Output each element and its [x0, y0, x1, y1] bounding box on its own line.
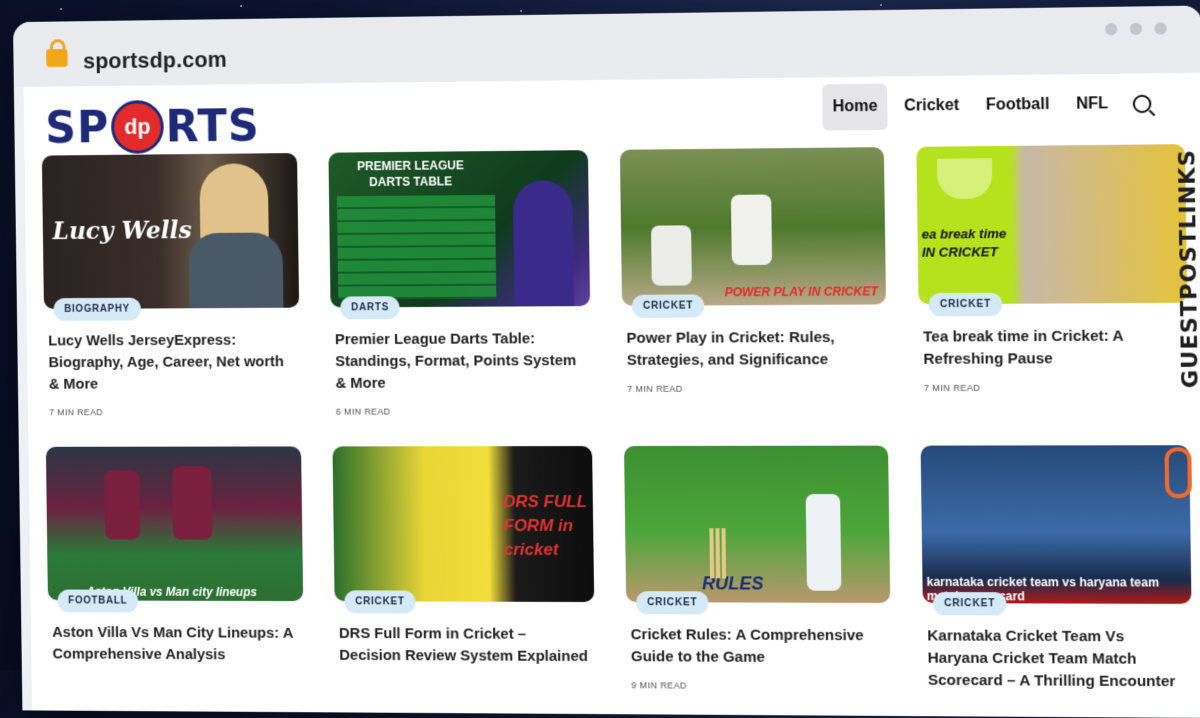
article-card[interactable]: PREMIER LEAGUE DARTS TABLE DARTS Premier… [328, 150, 591, 417]
category-badge[interactable]: BIOGRAPHY [53, 297, 141, 321]
article-thumbnail[interactable]: Lucy Wells [41, 153, 300, 310]
window-controls [1104, 22, 1167, 36]
article-card[interactable]: RULES CRICKET Cricket Rules: A Comprehen… [624, 445, 892, 704]
nav-cricket[interactable]: Cricket [894, 83, 970, 130]
read-time: 7 MIN READ [923, 382, 981, 394]
browser-window: sportsdp.com SP dp RTS Home Cricket Foot… [12, 5, 1200, 718]
article-thumbnail[interactable]: DRS FULL FORM in cricket [332, 446, 595, 603]
search-icon[interactable] [1132, 94, 1152, 114]
window-dot[interactable] [1154, 22, 1167, 35]
category-badge[interactable]: CRICKET [932, 592, 1007, 616]
category-badge[interactable]: CRICKET [636, 591, 709, 615]
article-thumbnail[interactable]: RULES [624, 445, 891, 603]
link-icon [1164, 447, 1193, 499]
article-card[interactable]: karnataka cricket team vs haryana team m… [920, 445, 1193, 706]
read-time: 7 MIN READ [627, 383, 683, 394]
lock-icon [46, 48, 68, 67]
logo-text-right: RTS [165, 100, 261, 152]
article-title[interactable]: Power Play in Cricket: Rules, Strategies… [626, 327, 883, 372]
article-card[interactable]: Aston Villa vs Man city lineups FOOTBALL… [45, 446, 305, 700]
article-thumbnail[interactable]: ea break time IN CRICKET [916, 144, 1188, 305]
article-title[interactable]: Aston Villa Vs Man City Lineups: A Compr… [52, 622, 300, 667]
nav-nfl[interactable]: NFL [1066, 81, 1119, 128]
read-time [928, 704, 1188, 706]
watermark: GUESTPOSTLINKS [1162, 134, 1200, 499]
category-badge[interactable]: FOOTBALL [57, 589, 139, 613]
article-title[interactable]: Karnataka Cricket Team Vs Haryana Cricke… [927, 625, 1188, 693]
thumbnail-overlay-text: PREMIER LEAGUE DARTS TABLE [357, 158, 464, 190]
site-logo[interactable]: SP dp RTS [45, 100, 260, 154]
article-title[interactable]: Lucy Wells JerseyExpress: Biography, Age… [48, 329, 296, 395]
read-time: 7 MIN READ [49, 407, 104, 418]
logo-text-left: SP [44, 102, 110, 154]
read-time: 6 MIN READ [335, 406, 391, 417]
article-thumbnail[interactable]: karnataka cricket team vs haryana team m… [920, 445, 1192, 604]
article-title[interactable]: Tea break time in Cricket: A Refreshing … [923, 325, 1184, 371]
read-time: 9 MIN READ [631, 680, 688, 691]
article-thumbnail[interactable]: POWER PLAY IN CRICKET [619, 147, 887, 306]
category-badge[interactable]: CRICKET [344, 590, 416, 614]
thumbnail-overlay-text: DRS FULL FORM in cricket [503, 492, 587, 559]
article-thumbnail[interactable]: Aston Villa vs Man city lineups [45, 446, 304, 602]
article-grid: Lucy Wells BIOGRAPHY Lucy Wells JerseyEx… [41, 144, 1193, 706]
nav-home[interactable]: Home [822, 83, 889, 131]
category-badge[interactable]: DARTS [340, 296, 401, 320]
article-title[interactable]: Premier League Darts Table: Standings, F… [335, 328, 588, 395]
category-badge[interactable]: CRICKET [631, 294, 705, 318]
category-badge[interactable]: CRICKET [928, 292, 1003, 317]
address-bar[interactable]: sportsdp.com [83, 47, 227, 75]
nav-football[interactable]: Football [975, 82, 1060, 130]
article-card[interactable]: ea break time IN CRICKET CRICKET Tea bre… [916, 144, 1188, 415]
article-title[interactable]: DRS Full Form in Cricket – Decision Revi… [339, 623, 591, 668]
watermark-text: GUESTPOSTLINKS [1174, 149, 1200, 389]
article-card[interactable]: POWER PLAY IN CRICKET CRICKET Power Play… [619, 147, 888, 416]
window-dot[interactable] [1104, 22, 1118, 36]
read-time [53, 677, 300, 678]
thumbnail-overlay-text: POWER PLAY IN CRICKET [724, 284, 878, 300]
window-dot[interactable] [1129, 22, 1143, 35]
logo-mark: dp [110, 100, 164, 154]
main-nav: Home Cricket Football NFL [822, 73, 1152, 137]
article-thumbnail[interactable]: PREMIER LEAGUE DARTS TABLE [328, 150, 591, 308]
article-title[interactable]: Cricket Rules: A Comprehensive Guide to … [631, 624, 888, 669]
article-card[interactable]: DRS FULL FORM in cricket CRICKET DRS Ful… [332, 446, 595, 702]
thumbnail-overlay-text: ea break time IN CRICKET [921, 225, 1007, 260]
thumbnail-overlay-text: Lucy Wells [52, 215, 192, 246]
read-time [340, 679, 592, 680]
site-page: SP dp RTS Home Cricket Football NFL Lucy… [23, 72, 1200, 718]
article-card[interactable]: Lucy Wells BIOGRAPHY Lucy Wells JerseyEx… [41, 153, 301, 418]
